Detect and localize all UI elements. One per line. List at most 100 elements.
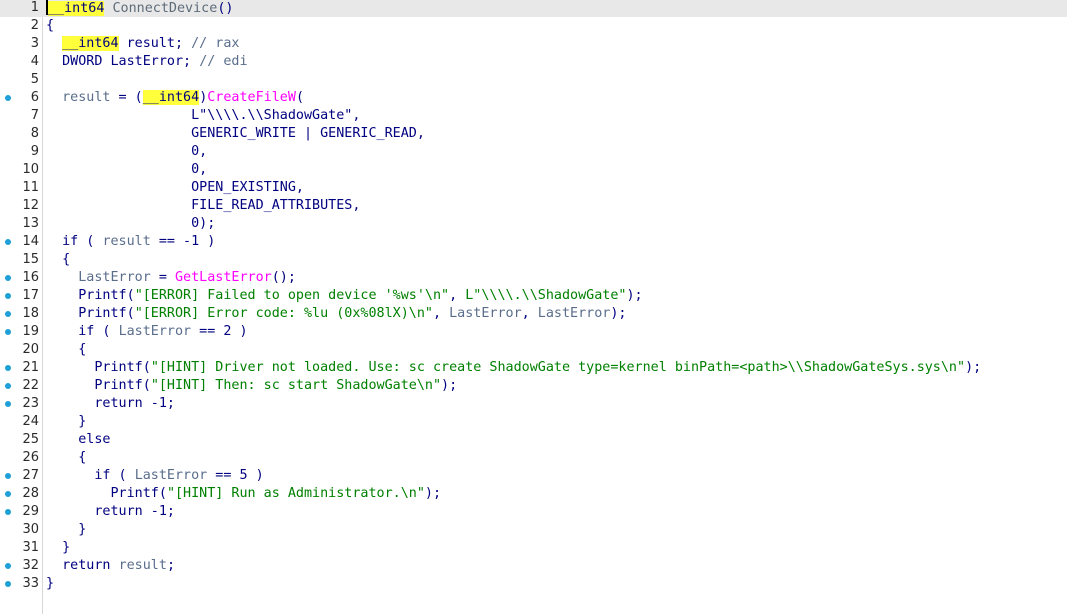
breakpoint-dot-icon[interactable] <box>5 473 11 479</box>
code-line[interactable]: 20 { <box>0 341 1067 359</box>
code-line[interactable]: 18 Printf("[ERROR] Error code: %lu (0x%0… <box>0 305 1067 323</box>
code-text[interactable]: GENERIC_WRITE | GENERIC_READ, <box>46 125 425 143</box>
code-line[interactable]: 9 0, <box>0 143 1067 161</box>
pseudocode-view[interactable]: 1 __int64 ConnectDevice() 2{3 __int64 resu… <box>0 0 1067 614</box>
line-number: 7 <box>30 108 39 123</box>
code-text[interactable]: 0, <box>46 161 207 179</box>
code-line[interactable]: 27 if ( LastError == 5 ) <box>0 467 1067 485</box>
code-token: LastError <box>134 468 208 483</box>
code-line[interactable]: 15 { <box>0 251 1067 269</box>
code-text[interactable]: return -1; <box>46 503 175 521</box>
code-line[interactable]: 26 { <box>0 449 1067 467</box>
code-line[interactable]: 24 } <box>0 413 1067 431</box>
code-line[interactable]: 1 __int64 ConnectDevice() <box>0 0 1067 17</box>
code-line[interactable]: 2{ <box>0 17 1067 35</box>
code-text[interactable]: { <box>46 341 86 359</box>
code-line[interactable]: 4 DWORD LastError; // edi <box>0 53 1067 71</box>
code-text[interactable]: Printf("[HINT] Driver not loaded. Use: s… <box>46 359 981 377</box>
code-text[interactable]: } <box>46 539 70 557</box>
code-text[interactable]: { <box>46 251 70 269</box>
code-line[interactable]: 7 L"\\\\.\\ShadowGate", <box>0 107 1067 125</box>
code-text[interactable]: result = (__int64)CreateFileW( <box>46 89 304 107</box>
code-text[interactable]: } <box>46 575 54 593</box>
code-line[interactable]: 16 LastError = GetLastError(); <box>0 269 1067 287</box>
code-token: return -1; <box>46 504 175 519</box>
code-text[interactable]: DWORD LastError; // edi <box>46 53 247 71</box>
code-line[interactable]: 11 OPEN_EXISTING, <box>0 179 1067 197</box>
breakpoint-dot-icon[interactable] <box>5 581 11 587</box>
code-line[interactable]: 25 else <box>0 431 1067 449</box>
code-line[interactable]: 21 Printf("[HINT] Driver not loaded. Use… <box>0 359 1067 377</box>
code-line[interactable]: 22 Printf("[HINT] Then: sc start ShadowG… <box>0 377 1067 395</box>
code-text[interactable]: if ( LastError == 5 ) <box>46 467 263 485</box>
code-text[interactable]: __int64 result; // rax <box>46 35 240 53</box>
code-token: ); <box>441 378 458 393</box>
code-line[interactable]: 29 return -1; <box>0 503 1067 521</box>
code-token: } <box>46 540 71 555</box>
code-text[interactable]: __int64 ConnectDevice() <box>46 0 233 18</box>
code-text[interactable]: { <box>46 17 54 35</box>
code-line[interactable]: 30 } <box>0 521 1067 539</box>
code-text[interactable]: Printf("[HINT] Then: sc start ShadowGate… <box>46 377 457 395</box>
code-line[interactable]: 17 Printf("[ERROR] Failed to open device… <box>0 287 1067 305</box>
code-line[interactable]: 13 0); <box>0 215 1067 233</box>
code-token: return -1; <box>46 396 175 411</box>
line-number: 11 <box>22 180 39 195</box>
code-text[interactable]: if ( LastError == 2 ) <box>46 323 247 341</box>
code-text[interactable]: if ( result == -1 ) <box>46 233 215 251</box>
code-line[interactable]: 8 GENERIC_WRITE | GENERIC_READ, <box>0 125 1067 143</box>
code-text[interactable]: 0); <box>46 215 215 233</box>
line-number: 16 <box>22 270 39 285</box>
code-line[interactable]: 19 if ( LastError == 2 ) <box>0 323 1067 341</box>
line-number: 8 <box>30 126 39 141</box>
breakpoint-dot-icon[interactable] <box>5 401 11 407</box>
code-token: FILE_READ_ATTRIBUTES, <box>46 198 361 213</box>
code-line[interactable]: 32 return result; <box>0 557 1067 575</box>
code-text[interactable]: LastError = GetLastError(); <box>46 269 296 287</box>
breakpoint-dot-icon[interactable] <box>5 383 11 389</box>
breakpoint-dot-icon[interactable] <box>5 329 11 335</box>
breakpoint-dot-icon[interactable] <box>5 293 11 299</box>
code-token: { <box>46 450 87 465</box>
line-number: 20 <box>22 342 39 357</box>
code-text[interactable]: Printf("[HINT] Run as Administrator.\n")… <box>46 485 441 503</box>
code-text[interactable]: FILE_READ_ATTRIBUTES, <box>46 197 360 215</box>
code-line[interactable]: 10 0, <box>0 161 1067 179</box>
code-line[interactable]: 31 } <box>0 539 1067 557</box>
line-number: 1 <box>30 0 39 15</box>
breakpoint-dot-icon[interactable] <box>5 365 11 371</box>
breakpoint-dot-icon[interactable] <box>5 509 11 515</box>
code-text[interactable]: L"\\\\.\\ShadowGate", <box>46 107 360 125</box>
code-text[interactable]: { <box>46 449 86 467</box>
code-text[interactable]: 0, <box>46 143 207 161</box>
breakpoint-dot-icon[interactable] <box>5 275 11 281</box>
code-token: __int64 <box>48 1 105 16</box>
code-text[interactable]: Printf("[ERROR] Error code: %lu (0x%08lX… <box>46 305 626 323</box>
code-text[interactable]: } <box>46 413 86 431</box>
breakpoint-dot-icon[interactable] <box>5 563 11 569</box>
code-text[interactable]: return result; <box>46 557 175 575</box>
breakpoint-dot-icon[interactable] <box>5 239 11 245</box>
breakpoint-dot-icon[interactable] <box>5 311 11 317</box>
code-token: "[HINT] Run as Administrator.\n" <box>166 486 425 501</box>
code-line[interactable]: 28 Printf("[HINT] Run as Administrator.\… <box>0 485 1067 503</box>
code-line[interactable]: 23 return -1; <box>0 395 1067 413</box>
code-text[interactable]: else <box>46 431 110 449</box>
code-line[interactable]: 5 <box>0 71 1067 89</box>
code-text[interactable]: } <box>46 521 86 539</box>
breakpoint-dot-icon[interactable] <box>5 95 11 101</box>
code-line[interactable]: 6 result = (__int64)CreateFileW( <box>0 89 1067 107</box>
code-line[interactable]: 14 if ( result == -1 ) <box>0 233 1067 251</box>
code-text[interactable]: return -1; <box>46 395 175 413</box>
code-text[interactable]: Printf("[ERROR] Failed to open device '%… <box>46 287 642 305</box>
line-number: 29 <box>22 504 39 519</box>
code-text[interactable]: OPEN_EXISTING, <box>46 179 304 197</box>
code-line[interactable]: 12 FILE_READ_ATTRIBUTES, <box>0 197 1067 215</box>
breakpoint-dot-icon[interactable] <box>5 491 11 497</box>
code-token: result; <box>118 36 192 51</box>
code-line[interactable]: 33} <box>0 575 1067 593</box>
code-line[interactable]: 3 __int64 result; // rax <box>0 35 1067 53</box>
code-token: ); <box>965 360 982 375</box>
code-token: ConnectDevice <box>112 1 218 16</box>
code-token: L"\\\\.\\ShadowGate" <box>465 288 627 303</box>
